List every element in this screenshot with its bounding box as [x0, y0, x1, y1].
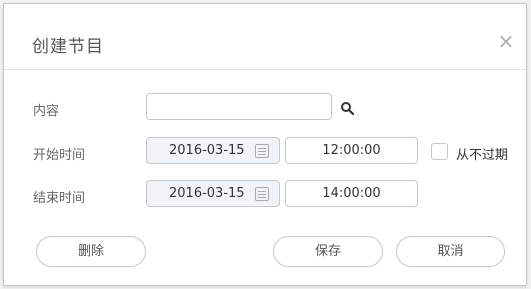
- save-button[interactable]: 保存: [273, 236, 383, 267]
- content-input[interactable]: [146, 93, 332, 120]
- end-date-field[interactable]: 2016-03-15: [146, 180, 280, 207]
- close-icon[interactable]: ×: [495, 30, 517, 52]
- start-date-field[interactable]: 2016-03-15: [146, 137, 280, 164]
- create-program-dialog: 创建节目 × 内容 开始时间 2016-03-15 12:00:00 从不过期 …: [3, 3, 527, 286]
- dialog-header: 创建节目 ×: [4, 4, 526, 70]
- start-time-label: 开始时间: [33, 148, 86, 163]
- start-date-value: 2016-03-15: [169, 143, 245, 158]
- never-expire-checkbox[interactable]: [431, 143, 448, 160]
- cancel-button[interactable]: 取消: [396, 236, 505, 267]
- search-icon[interactable]: [340, 101, 354, 115]
- end-time-value: 14:00:00: [322, 186, 381, 201]
- calendar-icon[interactable]: [255, 187, 269, 201]
- dialog-title: 创建节目: [32, 37, 104, 57]
- end-time-label: 结束时间: [33, 191, 86, 206]
- calendar-icon[interactable]: [255, 144, 269, 158]
- never-expire-label: 从不过期: [456, 148, 509, 163]
- end-date-value: 2016-03-15: [169, 186, 245, 201]
- start-time-field[interactable]: 12:00:00: [285, 137, 418, 164]
- delete-button[interactable]: 删除: [36, 236, 146, 267]
- content-label: 内容: [33, 104, 60, 119]
- end-time-field[interactable]: 14:00:00: [285, 180, 418, 207]
- start-time-value: 12:00:00: [322, 143, 381, 158]
